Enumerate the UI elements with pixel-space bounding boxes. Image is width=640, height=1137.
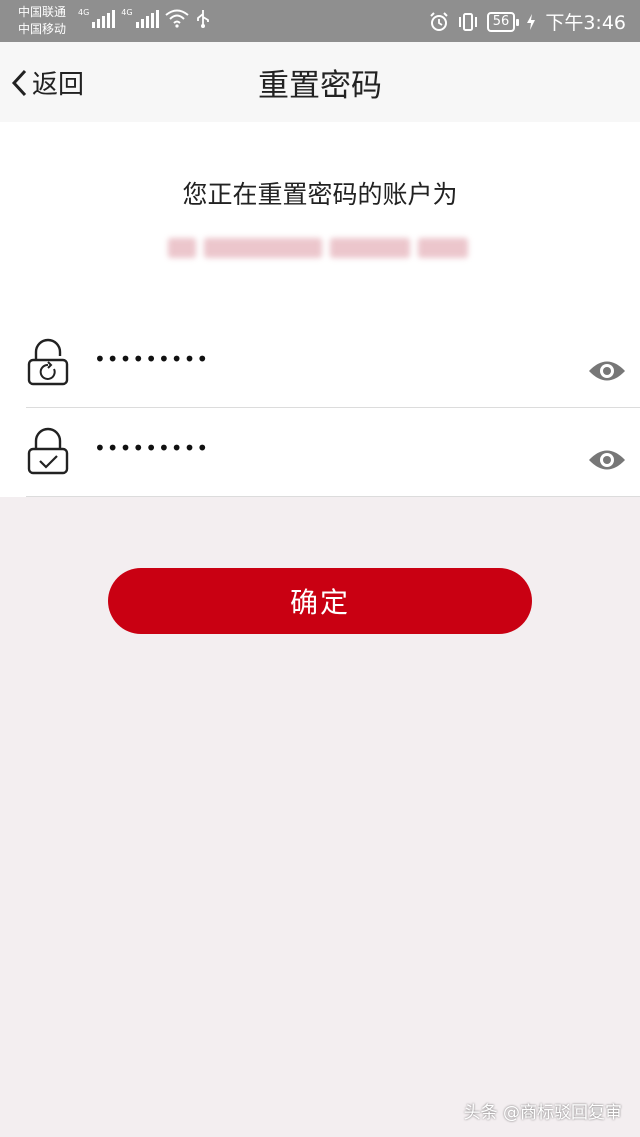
page-title: 重置密码 <box>258 68 382 104</box>
vibrate-icon <box>458 12 477 31</box>
account-intro-text: 您正在重置密码的账户为 <box>182 180 458 209</box>
signal-2-icon: 4G <box>121 8 159 28</box>
masked-account-id <box>168 234 472 262</box>
signal-1-icon: 4G <box>78 8 116 28</box>
new-password-input[interactable] <box>94 340 534 378</box>
lock-refresh-icon <box>27 338 69 386</box>
status-bar: 中国联通 中国移动 4G 4G 56 下午3:46 <box>0 0 640 42</box>
battery-icon: 56 <box>486 11 519 32</box>
confirm-password-row <box>26 409 640 497</box>
eye-icon[interactable] <box>588 447 626 473</box>
reset-form-panel: 您正在重置密码的账户为 <box>0 122 640 497</box>
wifi-icon <box>164 9 189 28</box>
lock-check-icon <box>27 427 69 475</box>
clock: 下午3:46 <box>545 12 626 34</box>
carrier-1: 中国联通 <box>18 5 67 19</box>
status-right: 56 下午3:46 <box>429 8 626 35</box>
network-type-2: 4G <box>121 8 133 17</box>
charging-icon <box>527 13 536 30</box>
signal-group: 4G 4G <box>78 8 211 28</box>
confirm-button[interactable]: 确定 <box>108 568 532 634</box>
watermark-text: 头条 @商标驳回复审 <box>463 1103 622 1123</box>
battery-level: 56 <box>492 13 510 29</box>
alarm-icon <box>430 11 448 31</box>
network-type-1: 4G <box>78 8 90 17</box>
eye-icon[interactable] <box>588 358 626 384</box>
carrier-info: 中国联通 中国移动 <box>18 4 66 38</box>
usb-icon <box>196 10 209 28</box>
new-password-row <box>26 320 640 408</box>
confirm-password-input[interactable] <box>94 429 534 467</box>
carrier-2: 中国移动 <box>18 22 67 36</box>
nav-bar: 返回 重置密码 <box>0 42 640 122</box>
